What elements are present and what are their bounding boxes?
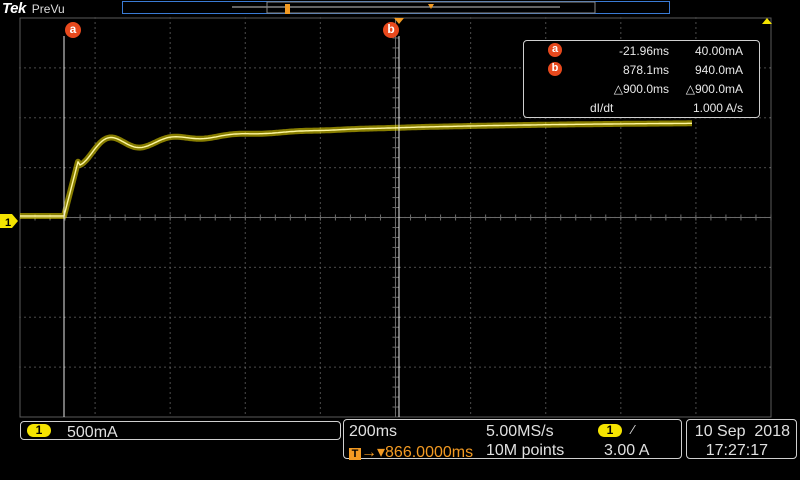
readout-b-value: 940.0mA (694, 63, 743, 77)
readout-a-time: -21.96ms (618, 44, 669, 58)
datetime-panel[interactable]: 10 Sep 2018 17:27:17 (686, 419, 797, 459)
readout-a-value: 40.00mA (694, 44, 743, 58)
readout-row-delta: △900.0ms △900.0mA (524, 80, 759, 98)
trigger-t-icon: T (349, 448, 361, 460)
record-bar-trigger-marker (285, 4, 290, 14)
readout-deriv-label: dI/dt (590, 101, 614, 115)
time-display: 17:27:17 (705, 442, 768, 459)
readout-b-time: 878.1ms (622, 63, 669, 77)
channel-1-panel[interactable]: 1 500mA (20, 421, 341, 441)
readout-row-deriv: dI/dt 1.000 A/s (524, 99, 759, 117)
timebase-trigger-panel[interactable]: 200ms 5.00MS/s 1 ⁄ T →▾866.0000ms 10M poi… (343, 419, 682, 462)
readout-row-b: b 878.1ms 940.0mA (524, 61, 759, 79)
readout-row-a: a -21.96ms 40.00mA (524, 42, 759, 60)
channel-1-scale: 500mA (67, 424, 118, 441)
cursor-a-tag[interactable]: a (65, 22, 81, 38)
cursor-readout[interactable]: a -21.96ms 40.00mA b 878.1ms 940.0mA △90… (523, 40, 760, 118)
channel-1-ground-label: 1 (5, 217, 11, 229)
readout-delta-value: △900.0mA (685, 82, 743, 96)
sample-rate: 5.00MS/s (486, 423, 554, 440)
trigger-arrow-icon: →▾ (361, 444, 386, 461)
readout-b-tag: b (548, 62, 562, 76)
channel-1-trace (20, 120, 693, 219)
readout-deriv-value: 1.000 A/s (692, 101, 743, 115)
date-display: 10 Sep 2018 (694, 423, 790, 440)
trigger-slope-icon: ⁄ (632, 422, 635, 437)
time-per-div: 200ms (349, 423, 398, 440)
trigger-source-badge: 1 (598, 424, 622, 437)
readout-delta-time: △900.0ms (613, 82, 669, 96)
trigger-level: 3.00 A (604, 442, 650, 459)
channel-1-badge: 1 (27, 424, 51, 437)
trigger-position: 866.0000ms (385, 444, 474, 461)
record-length: 10M points (486, 442, 565, 459)
trigger-position-row: T →▾866.0000ms (349, 442, 473, 462)
readout-a-tag: a (548, 43, 562, 57)
cursor-b-tag[interactable]: b (383, 22, 399, 38)
